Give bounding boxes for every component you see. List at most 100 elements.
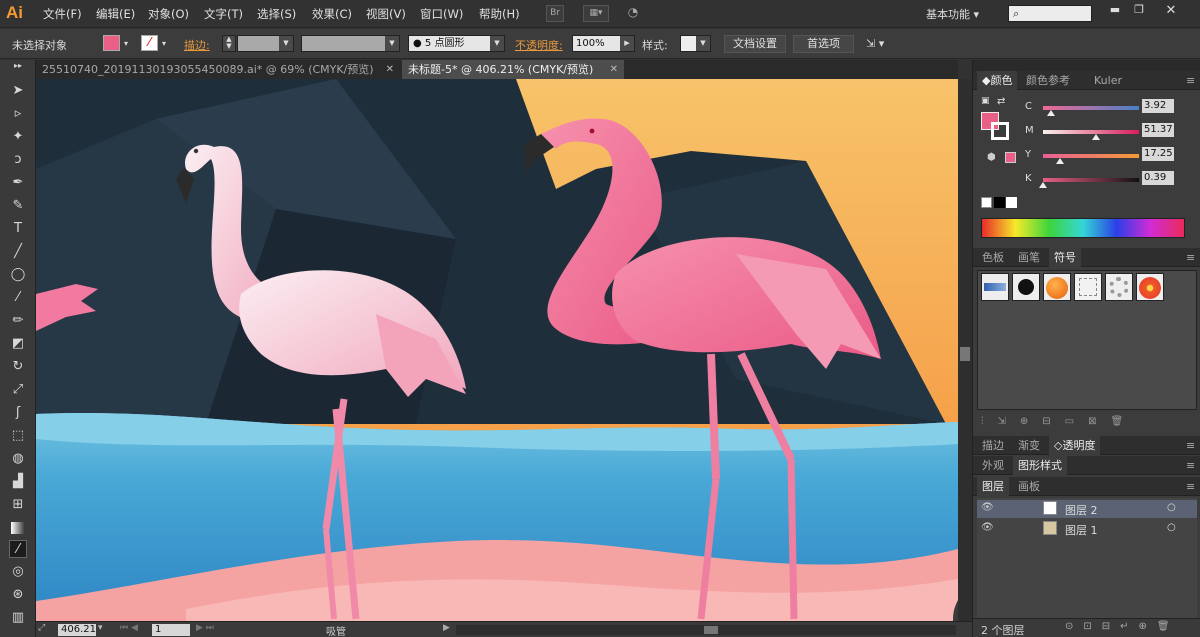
panel-menu-icon[interactable]: ≡ xyxy=(1181,71,1200,90)
ink-splat-symbol[interactable] xyxy=(1012,273,1040,301)
first-artboard-icon[interactable]: ⏮ ◀ xyxy=(120,623,138,633)
orange-button-symbol[interactable] xyxy=(1043,273,1071,301)
opacity-field[interactable]: 100% ▶ xyxy=(572,35,635,52)
status-menu-icon[interactable]: ▶ xyxy=(443,623,450,633)
slider-value-field[interactable]: 3.92 xyxy=(1142,99,1174,113)
vertical-scrollbar[interactable] xyxy=(958,79,972,621)
brush-definition[interactable]: ● 5 点圆形 ▼ xyxy=(408,35,505,52)
layer-row[interactable]: 👁 图层 1 ○ xyxy=(977,520,1197,538)
tab-swatches[interactable]: 色板 xyxy=(977,248,1009,267)
panel-dock-header[interactable] xyxy=(973,60,1200,71)
artboard-field[interactable]: 1 xyxy=(152,624,190,636)
layer-name[interactable]: 图层 1 xyxy=(1065,522,1098,538)
eraser-tool-icon[interactable]: ◩ xyxy=(9,335,27,353)
workspace-switcher[interactable]: 基本功能 ▾ xyxy=(926,6,979,22)
out-of-gamut-icon[interactable]: ⬢ xyxy=(987,152,996,163)
free-transform-tool-icon[interactable]: ⬚ xyxy=(9,427,27,445)
shape-builder-tool-icon[interactable]: ◍ xyxy=(9,450,27,468)
menu-view[interactable]: 视图(V) xyxy=(366,6,406,22)
direct-selection-tool-icon[interactable]: ▹ xyxy=(9,105,27,123)
pencil-tool-icon[interactable]: ✏ xyxy=(9,312,27,330)
panel-menu-icon[interactable]: ≡ xyxy=(1181,456,1200,475)
search-input[interactable]: ⌕ xyxy=(1008,5,1092,22)
column-graph-tool-icon[interactable]: ▥ xyxy=(9,609,27,627)
fill-swatch[interactable] xyxy=(103,35,120,51)
visibility-icon[interactable]: 👁 xyxy=(981,522,994,533)
tab-symbols[interactable]: 符号 xyxy=(1049,248,1081,267)
scale-tool-icon[interactable]: ⤢ xyxy=(9,381,27,399)
minimize-button[interactable]: ▬ xyxy=(1104,3,1126,17)
panel-menu-icon[interactable]: ≡ xyxy=(1181,436,1200,455)
close-tab-icon[interactable]: ✕ xyxy=(610,60,618,79)
artboard-canvas[interactable] xyxy=(36,79,958,621)
tab-graphic-styles[interactable]: 图形样式 xyxy=(1013,456,1067,475)
layer-target-icon[interactable]: ○ xyxy=(1167,522,1176,533)
panel-menu-icon[interactable]: ≡ xyxy=(1181,248,1200,267)
eyedropper-tool-icon[interactable]: ⁄ xyxy=(9,540,27,558)
frame-symbol[interactable] xyxy=(1074,273,1102,301)
preferences-button[interactable]: 首选项 xyxy=(793,35,854,53)
stroke-color-box[interactable] xyxy=(991,122,1009,140)
color-spectrum-bar[interactable] xyxy=(981,218,1185,238)
panel-menu-icon[interactable]: ≡ xyxy=(1181,477,1200,496)
horizontal-scrollbar[interactable] xyxy=(456,625,956,635)
ring-symbol[interactable] xyxy=(1105,273,1133,301)
type-tool-icon[interactable]: T xyxy=(9,220,27,238)
arrange-documents-icon[interactable]: ▦▾ xyxy=(583,5,609,22)
ellipse-tool-icon[interactable]: ◯ xyxy=(9,266,27,284)
menu-help[interactable]: 帮助(H) xyxy=(479,6,520,22)
tab-document-1[interactable]: 25510740_20191130193055450089.ai* @ 69% … xyxy=(36,60,400,79)
menu-edit[interactable]: 编辑(E) xyxy=(96,6,135,22)
menu-effect[interactable]: 效果(C) xyxy=(312,6,352,22)
visibility-icon[interactable]: 👁 xyxy=(981,502,994,513)
curvature-tool-icon[interactable]: ✎ xyxy=(9,197,27,215)
pen-tool-icon[interactable]: ✒ xyxy=(9,174,27,192)
slider-thumb[interactable] xyxy=(1092,134,1100,140)
scroll-thumb[interactable] xyxy=(960,347,970,361)
toolbox-grip[interactable]: ▸▸ xyxy=(9,62,27,70)
slider-value-field[interactable]: 51.37 xyxy=(1142,123,1174,137)
menu-object[interactable]: 对象(O) xyxy=(148,6,189,22)
menu-window[interactable]: 窗口(W) xyxy=(420,6,463,22)
slider-track[interactable] xyxy=(1043,130,1139,134)
slider-thumb[interactable] xyxy=(1047,110,1055,116)
bridge-icon[interactable]: Br xyxy=(546,5,564,22)
stroke-weight-stepper[interactable]: ▲ ▼ xyxy=(222,35,236,52)
warp-tool-icon[interactable]: ʃ xyxy=(9,404,27,422)
menu-file[interactable]: 文件(F) xyxy=(43,6,82,22)
symbols-footer-icons[interactable]: ⫶⇲⊕⊟▭⊠🗑 xyxy=(981,416,1137,427)
symbol-sprayer-tool-icon[interactable]: ⊛ xyxy=(9,586,27,604)
tab-layers[interactable]: 图层 xyxy=(977,477,1009,496)
opacity-label[interactable]: 不透明度: xyxy=(515,37,563,53)
document-setup-button[interactable]: 文档设置 xyxy=(724,35,786,53)
scroll-thumb[interactable] xyxy=(704,626,718,634)
cyan-slider[interactable]: C 3.92 xyxy=(1025,99,1174,117)
graphic-style-picker[interactable]: ▼ xyxy=(680,35,711,52)
magenta-slider[interactable]: M 51.37 xyxy=(1025,123,1174,141)
stroke-swatch[interactable]: ⁄ xyxy=(141,35,158,51)
perspective-tool-icon[interactable]: ▟ xyxy=(9,473,27,491)
slider-value-field[interactable]: 17.25 xyxy=(1142,147,1174,161)
menu-type[interactable]: 文字(T) xyxy=(204,6,243,22)
selection-tool-icon[interactable]: ➤ xyxy=(9,82,27,100)
align-options-icon[interactable]: ⇲ ▾ xyxy=(866,37,884,50)
magic-wand-tool-icon[interactable]: ✦ xyxy=(9,128,27,146)
layer-target-icon[interactable]: ○ xyxy=(1167,502,1176,513)
flower-symbol[interactable] xyxy=(1136,273,1164,301)
gamut-color-chip[interactable] xyxy=(1005,152,1016,163)
zoom-field[interactable]: 406.21 xyxy=(58,624,96,636)
tab-stroke[interactable]: 描边 xyxy=(977,436,1009,455)
fill-dropdown-arrow[interactable]: ▾ xyxy=(124,39,128,48)
tab-appearance[interactable]: 外观 xyxy=(977,456,1009,475)
layer-row[interactable]: 👁 图层 2 ○ xyxy=(977,500,1197,518)
chevron-down-icon[interactable]: ▾ xyxy=(98,623,103,633)
slider-thumb[interactable] xyxy=(1039,182,1047,188)
variable-width-profile[interactable]: ▼ xyxy=(301,35,400,52)
blend-tool-icon[interactable]: ◎ xyxy=(9,563,27,581)
default-colors-icon[interactable]: ▣ xyxy=(981,96,993,108)
close-button[interactable]: ✕ xyxy=(1160,3,1182,18)
slider-value-field[interactable]: 0.39 xyxy=(1142,171,1174,185)
tab-kuler[interactable]: Kuler xyxy=(1089,71,1127,90)
tab-artboards[interactable]: 画板 xyxy=(1013,477,1045,496)
tab-brushes[interactable]: 画笔 xyxy=(1013,248,1045,267)
